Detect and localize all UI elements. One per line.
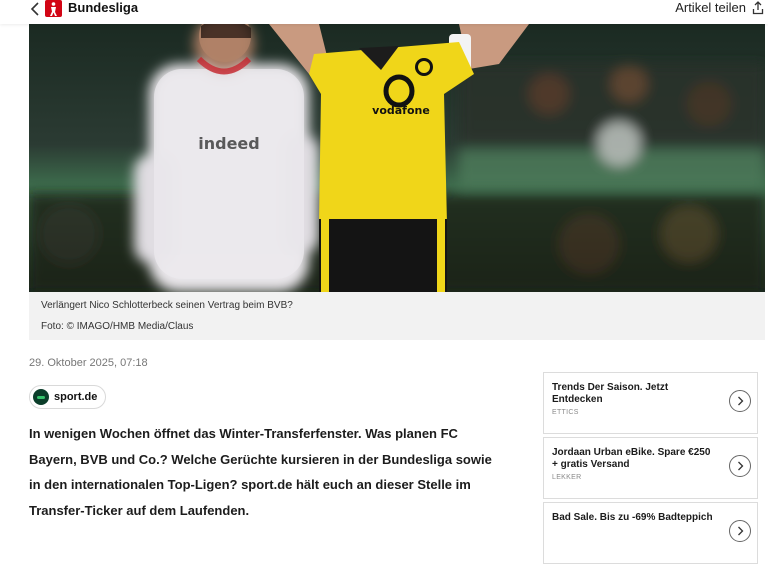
source-badge[interactable]: sport.de	[29, 385, 107, 409]
share-icon	[752, 1, 764, 15]
ad-title: Bad Sale. Bis zu -69% Badteppich	[552, 512, 713, 523]
photo-credit: Foto: © IMAGO/HMB Media/Claus	[41, 321, 194, 332]
svg-text:vodafone: vodafone	[372, 104, 430, 117]
ad-card[interactable]: Jordaan Urban eBike. Spare €250 + gratis…	[543, 437, 758, 499]
chevron-left-icon	[30, 2, 39, 16]
bundesliga-logo[interactable]	[45, 0, 62, 17]
hero-image: indeed vodafone	[29, 24, 765, 292]
ad-title: Trends Der Saison. Jetzt Entdecken	[552, 382, 669, 405]
ad-card[interactable]: Trends Der Saison. Jetzt Entdecken ETTIC…	[543, 372, 758, 434]
back-button[interactable]	[28, 0, 42, 18]
chevron-right-icon[interactable]	[729, 520, 751, 542]
share-label: Artikel teilen	[675, 0, 746, 15]
image-caption: Verlängert Nico Schlotterbeck seinen Ver…	[29, 292, 765, 340]
ad-title: Jordaan Urban eBike. Spare €250 + gratis…	[552, 447, 711, 470]
ad-sponsor: LEKKER	[552, 474, 582, 481]
ad-card[interactable]: Bad Sale. Bis zu -69% Badteppich	[543, 502, 758, 564]
source-label: sport.de	[54, 391, 98, 403]
section-title[interactable]: Bundesliga	[68, 0, 138, 16]
ad-sponsor: ETTICS	[552, 409, 579, 416]
article-lead: In wenigen Wochen öffnet das Winter-Tran…	[29, 426, 492, 518]
share-article-button[interactable]: Artikel teilen	[675, 0, 764, 16]
caption-text: Verlängert Nico Schlotterbeck seinen Ver…	[41, 300, 293, 311]
svg-text:indeed: indeed	[198, 134, 259, 153]
chevron-right-icon[interactable]	[729, 390, 751, 412]
publish-date: 29. Oktober 2025, 07:18	[29, 357, 148, 369]
sport-de-logo-icon	[33, 389, 49, 405]
chevron-right-icon[interactable]	[729, 455, 751, 477]
top-bar: Bundesliga Artikel teilen	[0, 0, 768, 24]
